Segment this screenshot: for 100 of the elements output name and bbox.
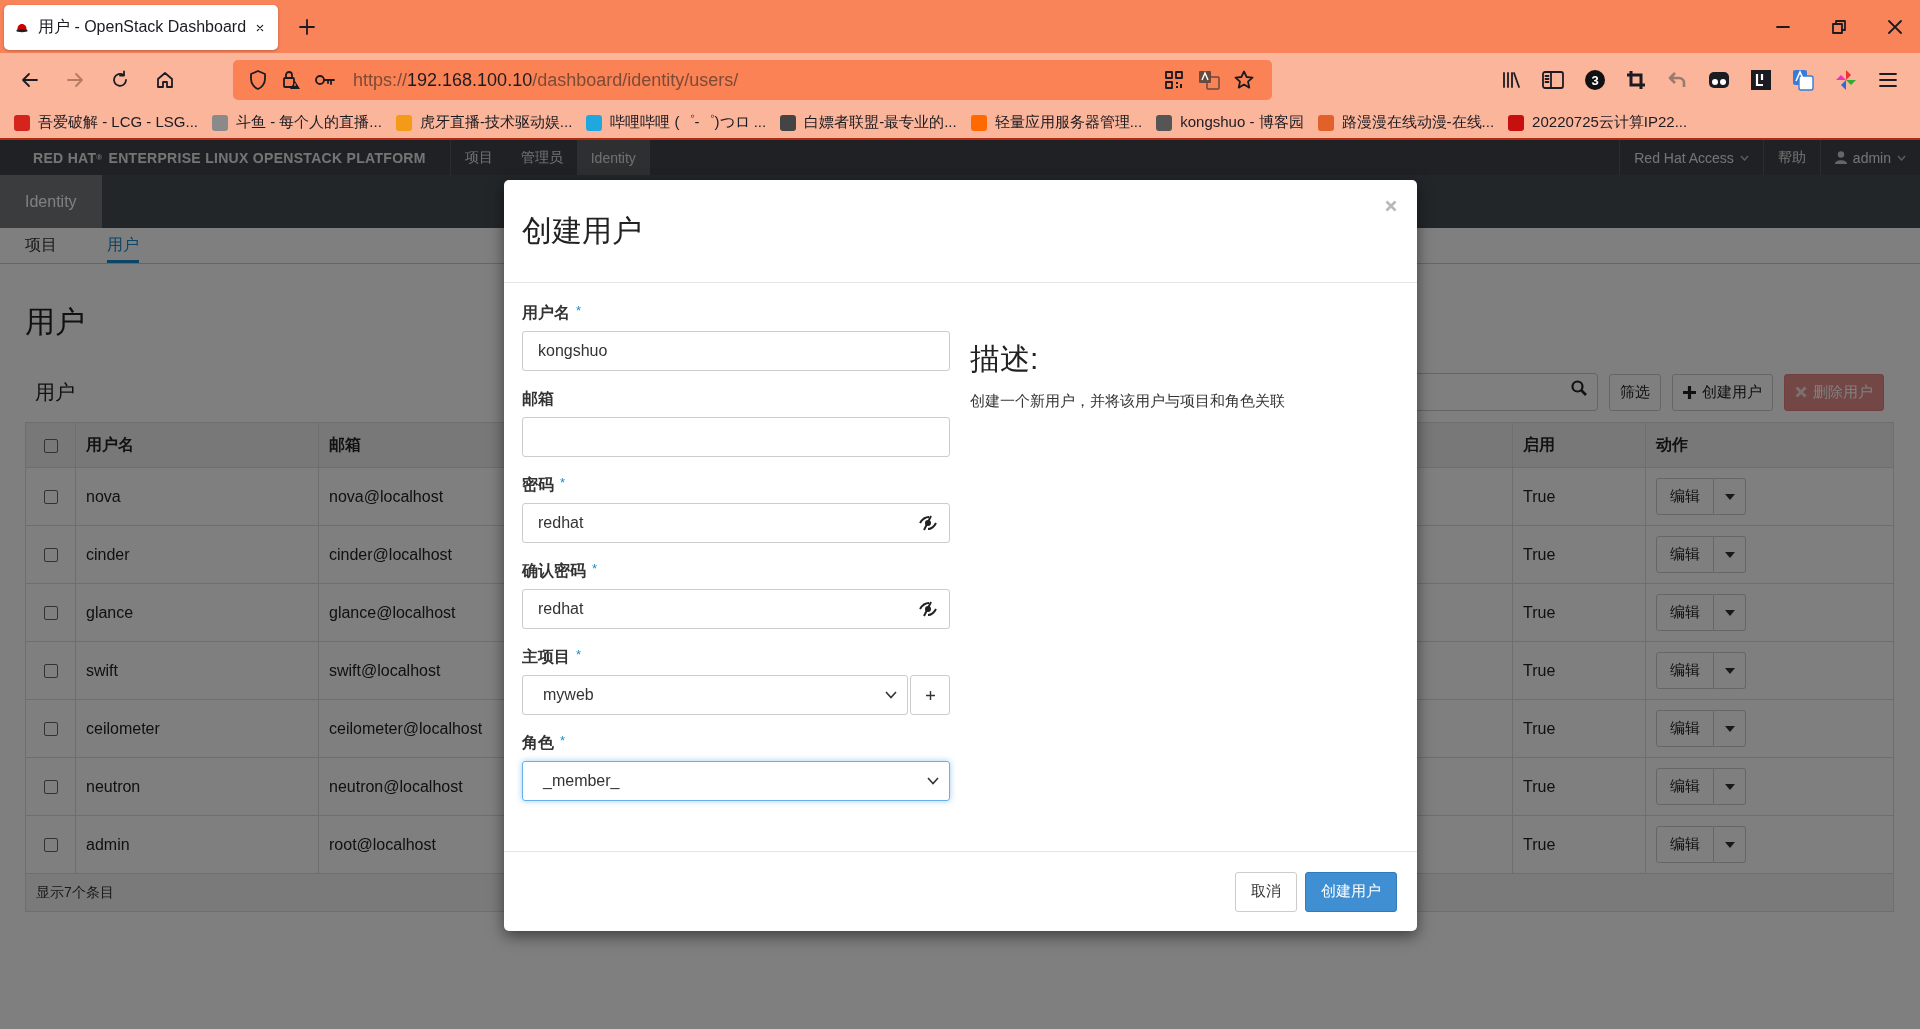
bookmark[interactable]: 白嫖者联盟-最专业的... <box>780 113 957 132</box>
pinwheel-icon[interactable] <box>1835 69 1857 91</box>
plus-icon <box>1683 385 1696 399</box>
field-label: 主项目 <box>522 647 570 667</box>
search-icon[interactable] <box>1571 380 1587 396</box>
undo-icon[interactable] <box>1667 70 1687 90</box>
dropdown-toggle[interactable] <box>1714 652 1746 689</box>
favicon-icon <box>586 114 603 131</box>
home-icon[interactable] <box>155 70 175 90</box>
edit-button[interactable]: 编辑 <box>1656 768 1714 805</box>
tab[interactable]: 项目 <box>25 228 57 263</box>
letter-square-icon[interactable] <box>1751 70 1771 90</box>
edit-button[interactable]: 编辑 <box>1656 710 1714 747</box>
back-arrow-icon[interactable] <box>20 70 40 90</box>
favicon-icon <box>1508 114 1525 131</box>
dropdown-toggle[interactable] <box>1714 478 1746 515</box>
key-icon <box>315 74 335 86</box>
favicon-icon <box>395 114 412 131</box>
caret-icon <box>1724 725 1735 732</box>
select-field[interactable]: _member_ <box>522 761 950 801</box>
create-user-button[interactable]: 创建用户 <box>1672 373 1773 411</box>
dropdown-menu[interactable]: Red Hat Access <box>1634 149 1734 166</box>
table-cell: ceilometer <box>75 699 319 758</box>
input-field[interactable]: kongshuo <box>522 331 950 371</box>
description-heading: 描述: <box>970 341 1040 377</box>
dropdown-toggle[interactable] <box>1714 710 1746 747</box>
panel-tab[interactable]: Identity <box>0 175 102 228</box>
close-icon[interactable] <box>1888 19 1902 34</box>
table-cell: True <box>1512 757 1646 816</box>
dropdown-toggle[interactable] <box>1714 826 1746 863</box>
counter-badge[interactable]: 3 <box>1585 70 1605 90</box>
bookmark[interactable]: 路漫漫在线动漫-在线... <box>1317 113 1495 132</box>
library-icon[interactable] <box>1501 70 1521 90</box>
edit-button[interactable]: 编辑 <box>1656 594 1714 631</box>
bookmark[interactable]: 20220725云计算IP22... <box>1508 113 1688 132</box>
bookmark[interactable]: 斗鱼 - 每个人的直播... <box>212 113 382 132</box>
user-menu[interactable]: admin <box>1852 149 1891 166</box>
favicon-icon <box>1156 114 1173 131</box>
dropdown-toggle[interactable] <box>1714 768 1746 805</box>
plus-icon[interactable] <box>298 17 316 36</box>
table-title: 用户 <box>34 379 75 405</box>
table-cell: swift <box>75 641 319 700</box>
password-field[interactable]: redhat <box>522 503 950 543</box>
edit-button[interactable]: 编辑 <box>1656 652 1714 689</box>
create-user-button[interactable]: 创建用户 <box>1305 871 1397 912</box>
crop-icon[interactable] <box>1626 70 1646 90</box>
help-link[interactable]: 帮助 <box>1777 148 1806 167</box>
edit-button[interactable]: 编辑 <box>1656 826 1714 863</box>
dropdown-toggle[interactable] <box>1714 536 1746 573</box>
checkbox[interactable] <box>43 722 58 737</box>
edit-button[interactable]: 编辑 <box>1656 478 1714 515</box>
checkbox[interactable] <box>43 780 58 795</box>
required-mark: * <box>560 475 566 490</box>
bookmark[interactable]: 哔哩哔哩 (゜-゜)つロ ... <box>586 113 767 132</box>
cancel-button[interactable]: 取消 <box>1235 871 1297 912</box>
checkbox[interactable] <box>43 548 58 563</box>
checkbox[interactable] <box>43 490 58 505</box>
caret-icon <box>1739 154 1749 161</box>
required-mark: * <box>592 561 598 576</box>
dropdown-toggle[interactable] <box>1714 594 1746 631</box>
eye-slash-icon[interactable] <box>919 515 937 531</box>
menu-icon[interactable] <box>1878 71 1898 89</box>
bookmark[interactable]: 虎牙直播-技术驱动娱... <box>395 113 573 132</box>
table-cell: True <box>1512 467 1646 526</box>
browser-tab[interactable]: 用户 - OpenStack Dashboard <box>4 5 278 50</box>
eye-slash-icon[interactable] <box>919 601 937 617</box>
sidebar-icon[interactable] <box>1542 71 1564 89</box>
bookmark[interactable]: kongshuo - 博客园 <box>1156 113 1304 132</box>
nav-menu-item[interactable]: 管理员 <box>506 140 577 175</box>
qr-code-icon[interactable] <box>1164 70 1184 90</box>
nav-menu-item[interactable]: 项目 <box>450 140 507 175</box>
star-icon[interactable] <box>1234 70 1254 90</box>
checkbox[interactable] <box>43 438 58 453</box>
select-field[interactable]: myweb <box>522 675 908 715</box>
table-cell: glance <box>75 583 319 642</box>
bookmark[interactable]: 轻量应用服务器管理... <box>970 113 1143 132</box>
edit-button[interactable]: 编辑 <box>1656 536 1714 573</box>
column-header: 动作 <box>1645 422 1894 468</box>
filter-button[interactable]: 筛选 <box>1609 373 1661 411</box>
translate-icon[interactable] <box>1198 70 1220 90</box>
favicon-icon <box>14 114 30 131</box>
caret-icon <box>1724 493 1735 500</box>
caret-icon <box>1724 609 1735 616</box>
restore-icon[interactable] <box>1832 19 1846 34</box>
nav-menu-item[interactable]: Identity <box>576 140 650 175</box>
field-label: 邮箱 <box>522 389 554 409</box>
tab[interactable]: 用户 <box>107 228 139 263</box>
table-cell: nova <box>75 467 319 526</box>
favicon-icon <box>1317 114 1334 131</box>
input-field[interactable] <box>522 417 950 457</box>
checkbox[interactable] <box>43 606 58 621</box>
checkbox[interactable] <box>43 838 58 853</box>
bookmark[interactable]: 吾爱破解 - LCG - LSG... <box>14 113 199 132</box>
shield-icon <box>249 70 267 90</box>
password-field[interactable]: redhat <box>522 589 950 629</box>
translate-icon[interactable] <box>1792 69 1814 91</box>
checkbox[interactable] <box>43 664 58 679</box>
eyes-extension-icon[interactable] <box>1708 70 1730 90</box>
address-bar[interactable]: https://192.168.100.10/dashboard/identity/users/ <box>233 60 1272 100</box>
reload-icon[interactable] <box>110 70 130 90</box>
